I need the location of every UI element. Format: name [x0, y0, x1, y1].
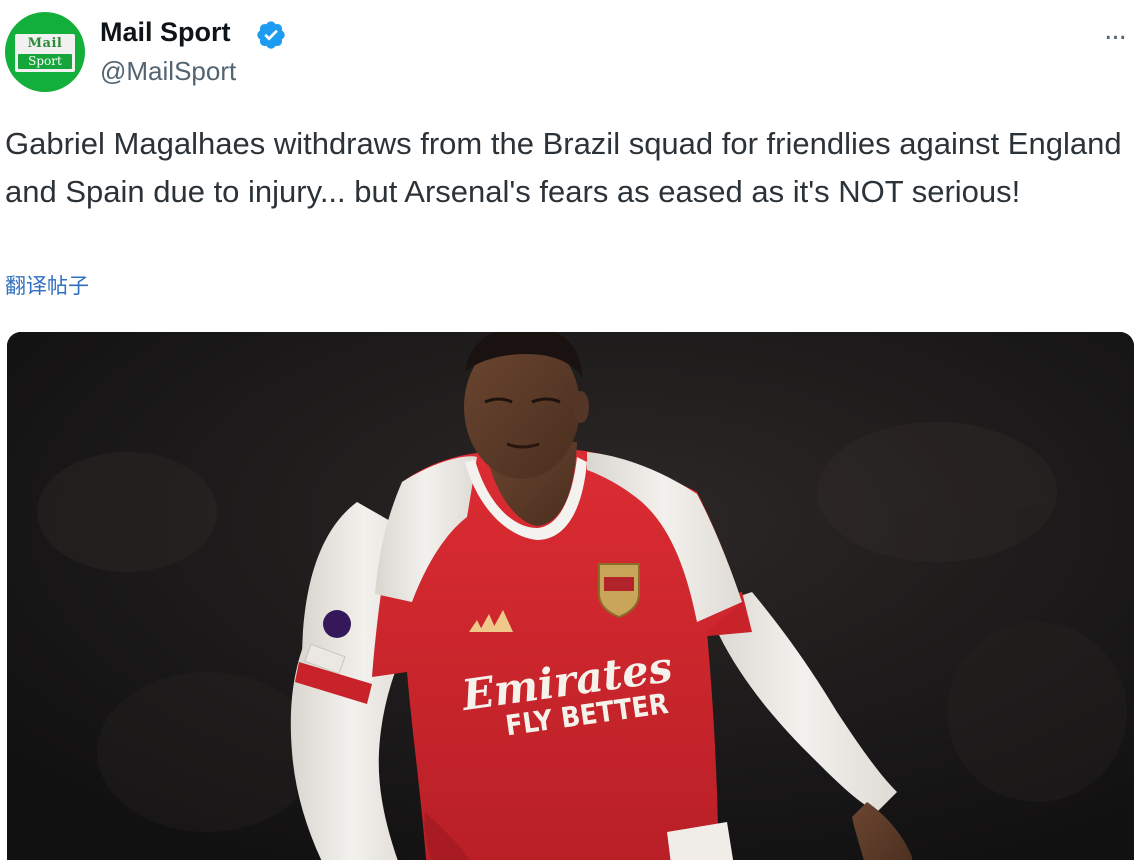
- premier-league-badge-icon: [323, 610, 351, 638]
- account-handle[interactable]: @MailSport: [100, 54, 236, 88]
- avatar-logo: Mail Sport: [15, 34, 75, 72]
- tweet-text: Gabriel Magalhaes withdraws from the Bra…: [5, 126, 1122, 209]
- avatar[interactable]: Mail Sport: [5, 12, 85, 92]
- avatar-logo-bottom: Sport: [18, 54, 72, 69]
- player-illustration: Emirates FLY BETTER: [7, 332, 1134, 860]
- tweet-photo[interactable]: Emirates FLY BETTER: [7, 332, 1134, 860]
- player-ear: [573, 391, 589, 423]
- display-name[interactable]: Mail Sport: [100, 14, 231, 50]
- verified-badge-icon: [257, 21, 285, 49]
- tweet-card: Mail Sport Mail Sport @MailSport ... Gab…: [0, 0, 1140, 860]
- translate-post-link[interactable]: 翻译帖子: [5, 271, 89, 301]
- avatar-logo-top: Mail: [27, 36, 63, 51]
- more-options-icon[interactable]: ...: [1095, 14, 1135, 48]
